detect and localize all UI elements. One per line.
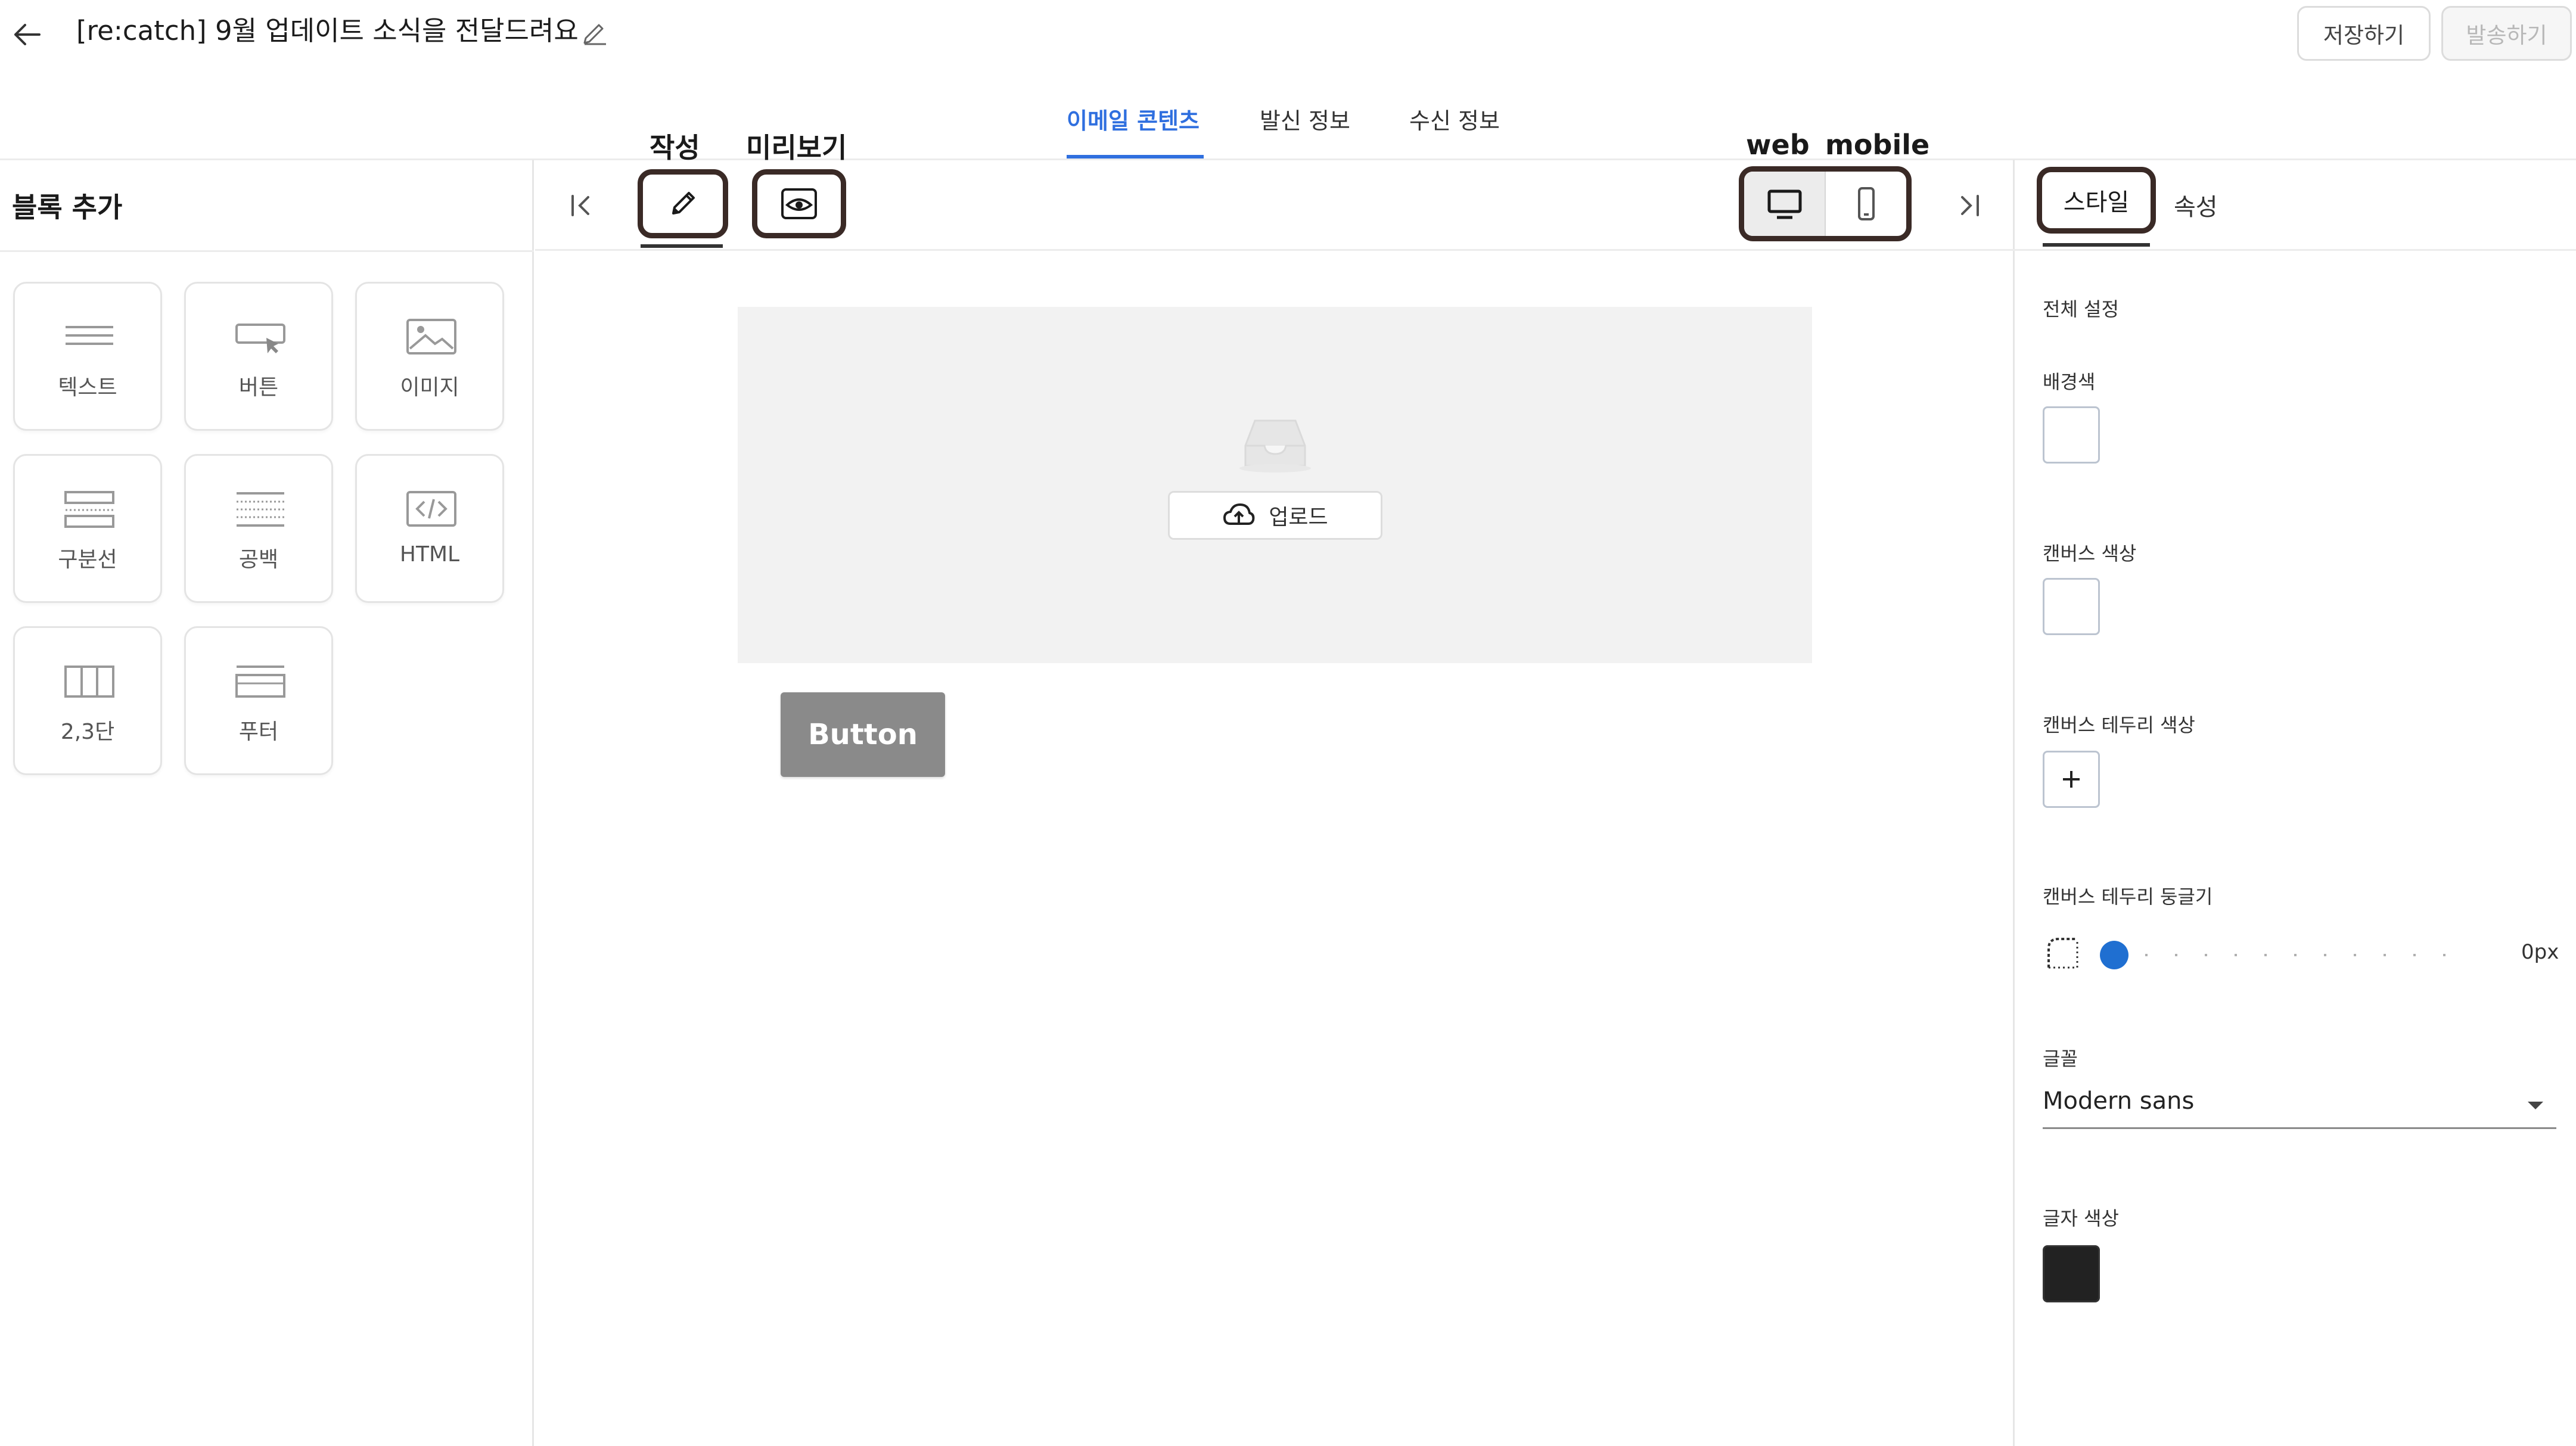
collapse-right-panel-icon[interactable] [1952,188,1987,223]
plus-icon [2063,771,2080,788]
spacer-icon [237,492,284,527]
text-color-label: 글자 색상 [2043,1207,2119,1230]
block-html[interactable]: HTML [355,454,504,603]
tab-sender-info[interactable]: 발신 정보 [1260,102,1350,135]
block-label: 구분선 [58,548,117,572]
block-label: 2,3단 [60,720,115,744]
canvas-color-swatch[interactable] [2043,578,2100,635]
cloud-upload-icon [1223,503,1255,525]
background-color-swatch[interactable] [2043,406,2100,464]
back-arrow-icon[interactable] [8,17,45,52]
pencil-icon [672,192,695,214]
block-button[interactable]: 버튼 [184,282,333,431]
font-select-value: Modern sans [2043,1087,2195,1115]
toolbar-divider [535,249,2013,251]
style-tab-indicator [2043,243,2150,247]
block-label: 버튼 [238,375,279,400]
edit-mode-indicator [641,244,723,248]
mobile-phone-icon [1857,187,1875,220]
edit-mode-button[interactable] [638,169,728,238]
footer-icon [235,666,285,698]
block-label: HTML [399,542,460,567]
code-icon [406,491,456,527]
collapse-left-panel-icon[interactable] [563,188,599,223]
text-lines-icon [66,326,113,345]
section-title: 전체 설정 [2043,298,2119,321]
block-text[interactable]: 텍스트 [13,282,162,431]
empty-image-inbox-icon [1232,411,1318,473]
font-label: 글꼴 [2043,1047,2078,1070]
upload-button[interactable]: 업로드 [1168,491,1382,540]
canvas-border-radius-label: 캔버스 테두리 둥글기 [2043,885,2213,908]
tab-email-content[interactable]: 이메일 콘텐츠 [1067,102,1200,135]
button-cursor-icon [235,324,285,353]
tab-recipient-info[interactable]: 수신 정보 [1409,102,1500,135]
tab-properties[interactable]: 속성 [2174,188,2218,222]
block-columns[interactable]: 2,3단 [13,626,162,775]
annotation-preview: 미리보기 [746,132,847,164]
desktop-icon [1767,189,1801,219]
preview-mode-button[interactable] [752,169,846,238]
block-label: 텍스트 [58,375,117,400]
style-panel-divider [2013,249,2576,251]
preview-eye-icon [781,188,817,219]
mobile-view-button[interactable] [1826,172,1906,236]
device-toggle [1739,166,1912,241]
annotation-edit: 작성 [650,132,700,164]
annotation-mobile: mobile [1825,129,1930,161]
canvas-color-label: 캔버스 색상 [2043,542,2137,565]
save-button[interactable]: 저장하기 [2297,6,2431,61]
border-radius-icon [2045,935,2081,971]
canvas-button-block[interactable]: Button [781,692,945,777]
document-title: [re:catch] 9월 업데이트 소식을 전달드려요 [76,15,579,46]
block-image[interactable]: 이미지 [355,282,504,431]
annotation-web: web [1746,129,1810,161]
image-icon [406,319,456,354]
image-block-placeholder[interactable] [738,307,1812,663]
web-view-button[interactable] [1744,172,1826,236]
dropdown-caret-icon [2527,1099,2544,1111]
block-spacer[interactable]: 공백 [184,454,333,603]
tab-style[interactable]: 스타일 [2037,167,2156,234]
border-radius-slider-handle[interactable] [2100,941,2128,969]
add-border-color-button[interactable] [2043,751,2100,808]
text-color-swatch[interactable] [2043,1245,2100,1302]
border-radius-value: 0px [2521,940,2559,964]
upload-label: 업로드 [1269,505,1328,530]
block-label: 푸터 [238,720,279,744]
columns-icon [64,666,114,698]
block-footer[interactable]: 푸터 [184,626,333,775]
block-divider[interactable]: 구분선 [13,454,162,603]
block-panel-divider [0,250,534,252]
block-label: 이미지 [400,375,459,400]
block-label: 공백 [238,548,279,572]
send-button[interactable]: 발송하기 [2441,6,2572,61]
border-radius-slider-track[interactable] [2115,953,2473,957]
divider-icon [64,491,114,528]
canvas-border-color-label: 캔버스 테두리 색상 [2043,714,2195,736]
background-color-label: 배경색 [2043,371,2096,393]
block-panel-title: 블록 추가 [12,191,123,223]
edit-title-pencil-icon[interactable] [581,18,610,46]
